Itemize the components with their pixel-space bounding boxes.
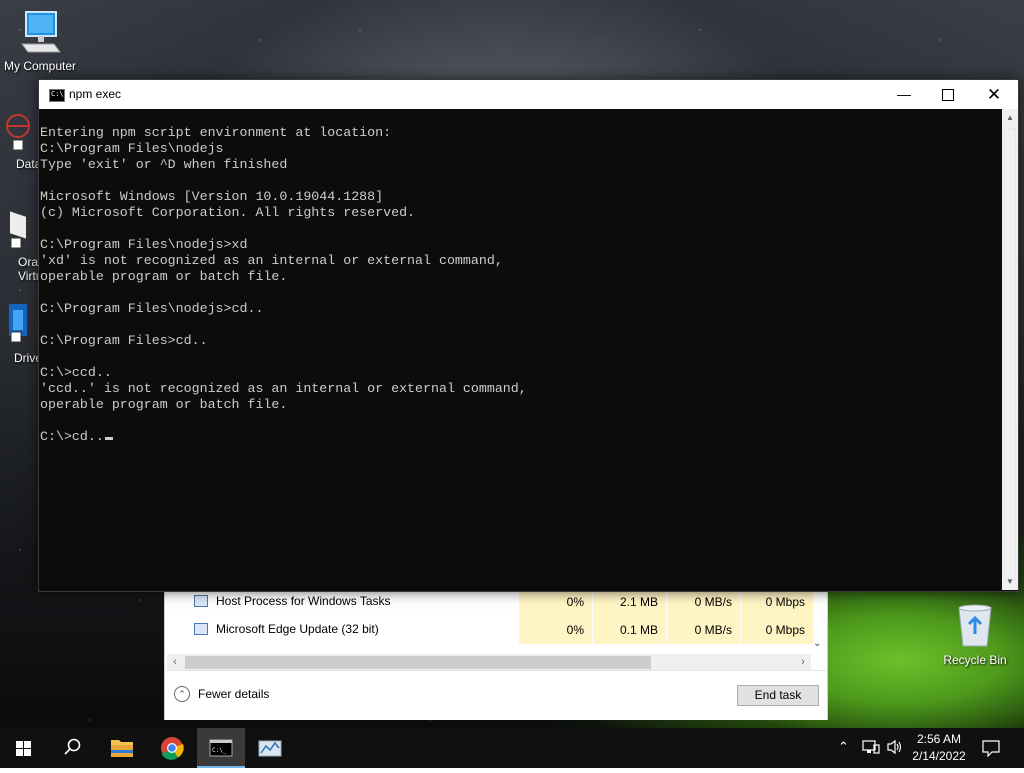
file-explorer-button[interactable] <box>98 728 146 768</box>
table-row[interactable]: Host Process for Windows Tasks 0% 2.1 MB… <box>165 588 829 616</box>
clock-date[interactable]: 2/14/2022 <box>906 749 972 763</box>
fewer-details-button[interactable]: ⌃ Fewer details <box>174 686 269 702</box>
network-tool-button[interactable] <box>246 728 294 768</box>
clock-time[interactable]: 2:56 AM <box>906 732 972 746</box>
task-manager-footer: ⌃ Fewer details End task <box>165 670 827 720</box>
cpu-cell: 0% <box>519 588 592 616</box>
vertical-scrollbar[interactable]: ▲ ▼ <box>1002 109 1018 590</box>
cpu-cell: 0% <box>519 616 592 644</box>
desktop-icon-my-computer[interactable]: My Computer <box>0 8 80 73</box>
horizontal-scrollbar[interactable]: ‹ › <box>167 654 811 671</box>
console-line: C:\Program Files\nodejs>xd <box>40 237 248 252</box>
window-titlebar[interactable]: C:\ npm exec — ✕ <box>39 80 1018 109</box>
console-line: Microsoft Windows [Version 10.0.19044.12… <box>40 189 384 204</box>
volume-icon[interactable] <box>886 739 904 760</box>
maximize-icon <box>942 89 954 102</box>
taskbar: C:\_ ⌃ 2:56 AM 2/14/2022 <box>0 728 1024 768</box>
console-line: 'xd' is not recognized as an internal or… <box>40 253 503 268</box>
console-line: Entering npm script environment at locat… <box>40 125 392 140</box>
chrome-icon <box>161 737 184 760</box>
console-line: C:\Program Files>cd.. <box>40 333 208 348</box>
computer-icon <box>0 8 80 57</box>
notifications-icon[interactable] <box>982 739 1000 762</box>
process-name: Host Process for Windows Tasks <box>216 594 391 608</box>
memory-cell: 0.1 MB <box>593 616 666 644</box>
console-line: Type 'exit' or ^D when finished <box>40 157 288 172</box>
console-line: C:\>ccd.. <box>40 365 112 380</box>
start-button[interactable] <box>0 728 48 768</box>
end-task-button[interactable]: End task <box>737 685 819 706</box>
scroll-left-icon[interactable]: ‹ <box>167 654 183 671</box>
scroll-down-icon[interactable]: ⌄ <box>813 638 821 649</box>
command-prompt-icon: C:\_ <box>209 739 233 757</box>
window-title: npm exec <box>69 87 122 101</box>
search-button[interactable] <box>48 728 96 768</box>
console-window[interactable]: C:\ npm exec — ✕ Entering npm script env… <box>38 79 1019 592</box>
console-line: C:\>cd.. <box>40 429 1001 445</box>
console-line: C:\Program Files\nodejs <box>40 141 224 156</box>
scrollbar-thumb[interactable] <box>185 656 651 669</box>
disk-cell: 0 MB/s <box>667 588 740 616</box>
text-cursor <box>104 437 113 440</box>
console-output[interactable]: Entering npm script environment at locat… <box>39 109 1001 590</box>
network-icon[interactable] <box>862 739 880 760</box>
console-line: operable program or batch file. <box>40 397 288 412</box>
network-monitor-icon <box>258 740 282 757</box>
memory-cell: 2.1 MB <box>593 588 666 616</box>
task-manager-window: Host Process for Windows Tasks 0% 2.1 MB… <box>164 588 829 720</box>
network-cell: 0 Mbps <box>741 616 813 644</box>
close-button[interactable]: ✕ <box>971 80 1017 109</box>
process-icon <box>194 623 208 635</box>
command-prompt-icon: C:\ <box>49 89 65 102</box>
show-hidden-icons-chevron-icon[interactable]: ⌃ <box>838 739 849 755</box>
console-line: operable program or batch file. <box>40 269 288 284</box>
chevron-up-icon: ⌃ <box>174 686 190 702</box>
scroll-right-icon[interactable]: › <box>795 654 811 671</box>
desktop-icon-label: My Computer <box>3 59 77 73</box>
console-line: (c) Microsoft Corporation. All rights re… <box>40 205 416 220</box>
minimize-button[interactable]: — <box>881 80 927 109</box>
svg-text:C:\_: C:\_ <box>212 747 227 754</box>
console-line: C:\Program Files\nodejs>cd.. <box>40 301 264 316</box>
maximize-button[interactable] <box>925 80 971 109</box>
recycle-bin-icon <box>935 602 1015 651</box>
desktop-icon-recycle-bin[interactable]: Recycle Bin <box>935 602 1015 667</box>
scroll-down-icon[interactable]: ▼ <box>1002 573 1018 590</box>
disk-cell: 0 MB/s <box>667 616 740 644</box>
folder-icon <box>111 740 133 757</box>
command-prompt-taskbar-button[interactable]: C:\_ <box>197 728 245 768</box>
desktop-icon-label: Recycle Bin <box>943 653 1007 667</box>
scroll-up-icon[interactable]: ▲ <box>1002 109 1018 126</box>
table-row[interactable]: Microsoft Edge Update (32 bit) 0% 0.1 MB… <box>165 616 829 644</box>
desktop: My Computer DataW Oracl Virtu Drive Recy… <box>0 0 1024 728</box>
windows-logo-icon <box>16 741 31 756</box>
chrome-button[interactable] <box>148 728 196 768</box>
scrollbar-thumb[interactable] <box>1004 128 1016 580</box>
fewer-details-label: Fewer details <box>198 687 270 701</box>
network-cell: 0 Mbps <box>741 588 813 616</box>
process-icon <box>194 595 208 607</box>
process-name: Microsoft Edge Update (32 bit) <box>216 622 379 636</box>
console-line: 'ccd..' is not recognized as an internal… <box>40 381 527 396</box>
search-icon <box>64 738 81 755</box>
